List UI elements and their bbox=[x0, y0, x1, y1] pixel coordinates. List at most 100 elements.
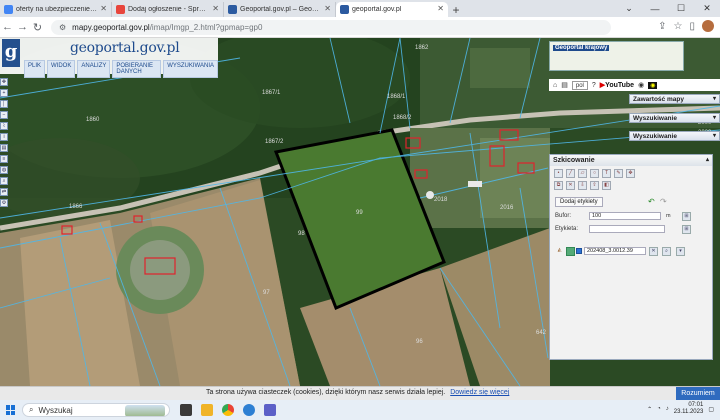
text-tool-icon[interactable]: T bbox=[602, 169, 611, 178]
tab-search-icon[interactable]: ⌄ bbox=[616, 3, 642, 14]
overview-minimap[interactable]: Geoportal krajowy bbox=[549, 41, 684, 71]
undo-icon[interactable]: ↶ bbox=[648, 197, 655, 206]
close-tab-icon[interactable]: ✕ bbox=[100, 4, 107, 13]
close-tab-icon[interactable]: ✕ bbox=[212, 4, 219, 13]
export-tool-icon[interactable]: ⇧ bbox=[590, 181, 599, 190]
volume-icon[interactable]: ♪ bbox=[666, 406, 669, 412]
close-tab-icon[interactable]: ✕ bbox=[324, 4, 331, 13]
measure-icon[interactable]: ⌇ bbox=[0, 122, 8, 130]
print-top-icon[interactable]: ▤ bbox=[561, 81, 568, 89]
panel-title: Wyszukiwanie bbox=[633, 133, 677, 140]
network-icon[interactable]: ◔ bbox=[657, 406, 661, 412]
label-input[interactable] bbox=[589, 225, 665, 233]
task-view-icon[interactable] bbox=[180, 404, 192, 416]
panel-wyszukiwanie-2[interactable]: Wyszukiwanie ▾ bbox=[629, 131, 720, 141]
line-tool-icon[interactable]: ╱ bbox=[566, 169, 575, 178]
point-tool-icon[interactable]: • bbox=[554, 169, 563, 178]
window-controls: ⌄ — ☐ ✕ bbox=[616, 0, 720, 17]
zoom-out-icon[interactable]: − bbox=[0, 111, 8, 119]
browser-tab[interactable]: oferty na ubezpieczenie auta - ... ✕ bbox=[0, 2, 112, 17]
sketch-layer-name[interactable]: 202408_3.0012.39 bbox=[584, 247, 646, 255]
url-field[interactable]: ⚙ mapy.geoportal.gov.pl /imap/Imgp_2.htm… bbox=[51, 19, 611, 35]
layer-delete-icon[interactable]: ✕ bbox=[649, 247, 658, 256]
cookie-accept-button[interactable]: Rozumiem bbox=[676, 387, 720, 400]
language-select[interactable]: pol bbox=[571, 80, 588, 90]
menu-analizy[interactable]: ANALIZY bbox=[77, 60, 111, 78]
profile-avatar[interactable] bbox=[702, 20, 714, 32]
share-map-icon[interactable]: ⇄ bbox=[0, 188, 8, 196]
map-canvas[interactable]: 1862 1867/1 1868/1 1868/2 1867/2 1866 18… bbox=[0, 38, 720, 386]
zoom-slider[interactable]: │ bbox=[0, 100, 8, 108]
help-icon[interactable]: ? bbox=[592, 82, 596, 89]
label-apply-icon[interactable]: ⊞ bbox=[682, 225, 691, 234]
browser-tab[interactable]: Dodaj ogłoszenie - Sprzedajem... ✕ bbox=[112, 2, 224, 17]
copy-tool-icon[interactable]: ⧉ bbox=[554, 181, 563, 190]
import-tool-icon[interactable]: ⇩ bbox=[578, 181, 587, 190]
zoom-in-icon[interactable]: + bbox=[0, 89, 8, 97]
bookmark-star-icon[interactable]: ☆ bbox=[674, 21, 683, 32]
browser-tab[interactable]: Geoportal.gov.pl – Geoportal In... ✕ bbox=[224, 2, 336, 17]
print-icon[interactable]: ▤ bbox=[0, 144, 8, 152]
cookie-more-link[interactable]: Dowiedz się więcej bbox=[450, 389, 509, 396]
search-map-icon[interactable]: ⌕ bbox=[0, 177, 8, 185]
collapse-icon[interactable]: ▴ bbox=[706, 155, 709, 166]
chrome-icon[interactable] bbox=[222, 404, 234, 416]
close-window-icon[interactable]: ✕ bbox=[694, 3, 720, 14]
expand-icon[interactable]: ▾ bbox=[713, 95, 716, 104]
globe-icon[interactable]: ◍ bbox=[0, 166, 8, 174]
home-icon[interactable]: ⌂ bbox=[553, 82, 557, 89]
accessibility-icon[interactable]: ◉ bbox=[638, 81, 644, 89]
layer-zoom-icon[interactable]: ⌕ bbox=[662, 247, 671, 256]
menu-widok[interactable]: WIDOK bbox=[47, 60, 76, 78]
expand-icon[interactable]: ▾ bbox=[713, 114, 716, 123]
expand-icon[interactable]: ▾ bbox=[713, 132, 716, 141]
layers-icon[interactable]: ≡ bbox=[0, 155, 8, 163]
file-explorer-icon[interactable] bbox=[201, 404, 213, 416]
settings-icon[interactable]: ⚙ bbox=[0, 199, 8, 207]
maximize-icon[interactable]: ☐ bbox=[668, 3, 694, 14]
parcel-label: 99 bbox=[356, 210, 363, 216]
layer-color-icon[interactable] bbox=[566, 247, 575, 256]
back-icon[interactable]: ← bbox=[0, 21, 15, 33]
notifications-icon[interactable]: ▢ bbox=[708, 406, 714, 413]
polygon-tool-icon[interactable]: ▱ bbox=[578, 169, 587, 178]
tray-chevron-icon[interactable]: ⌃ bbox=[647, 406, 652, 413]
delete-tool-icon[interactable]: ✕ bbox=[566, 181, 575, 190]
new-tab-button[interactable]: + bbox=[448, 2, 464, 17]
move-tool-icon[interactable]: ✥ bbox=[626, 169, 635, 178]
forward-icon[interactable]: → bbox=[15, 21, 30, 33]
add-labels-button[interactable]: Dodaj etykiety bbox=[555, 197, 603, 207]
reload-icon[interactable]: ↻ bbox=[30, 21, 45, 34]
menu-plik[interactable]: PLIK bbox=[24, 60, 46, 78]
panel-zawartosc-mapy[interactable]: Zawartość mapy ▾ bbox=[629, 94, 720, 104]
close-tab-icon[interactable]: ✕ bbox=[437, 4, 444, 13]
sketch-panel-title[interactable]: Szkicowanie ▴ bbox=[550, 155, 712, 166]
pan-icon[interactable]: ✥ bbox=[0, 78, 8, 86]
buffer-apply-icon[interactable]: ⊞ bbox=[682, 212, 691, 221]
style-tool-icon[interactable]: ◧ bbox=[602, 181, 611, 190]
zoom-app-icon[interactable] bbox=[264, 404, 276, 416]
menu-wyszukiwania[interactable]: WYSZUKIWANIA bbox=[163, 60, 218, 78]
layer-visible-checkbox[interactable] bbox=[576, 248, 582, 254]
buffer-input[interactable]: 100 bbox=[589, 212, 661, 220]
layer-menu-icon[interactable]: ▾ bbox=[676, 247, 685, 256]
sidebar-icon[interactable]: ▯ bbox=[689, 21, 695, 32]
clock[interactable]: 07:01 23.11.2023 bbox=[674, 402, 704, 416]
youtube-link[interactable]: ▶YouTube bbox=[600, 81, 634, 89]
redo-icon[interactable]: ↷ bbox=[660, 197, 667, 206]
browser-tab-active[interactable]: geoportal.gov.pl ✕ bbox=[336, 2, 448, 17]
site-info-icon[interactable]: ⚙ bbox=[59, 23, 66, 32]
menu-pobieranie-danych[interactable]: POBIERANIE DANYCH bbox=[112, 60, 162, 78]
tab-label: Geoportal.gov.pl – Geoportal In... bbox=[240, 6, 321, 13]
edge-icon[interactable] bbox=[243, 404, 255, 416]
circle-tool-icon[interactable]: ○ bbox=[590, 169, 599, 178]
contrast-eye-icon[interactable]: ◉ bbox=[648, 81, 658, 89]
info-icon[interactable]: i bbox=[0, 133, 8, 141]
share-icon[interactable]: ⇪ bbox=[658, 21, 666, 32]
taskbar-search[interactable]: ⌕ Wyszukaj bbox=[22, 403, 170, 417]
minimize-icon[interactable]: — bbox=[642, 4, 668, 14]
edit-tool-icon[interactable]: ✎ bbox=[614, 169, 623, 178]
panel-wyszukiwanie[interactable]: Wyszukiwanie ▾ bbox=[629, 113, 720, 123]
windows-start-icon[interactable] bbox=[6, 405, 16, 415]
layer-style-icon[interactable]: ◭ bbox=[555, 247, 564, 256]
